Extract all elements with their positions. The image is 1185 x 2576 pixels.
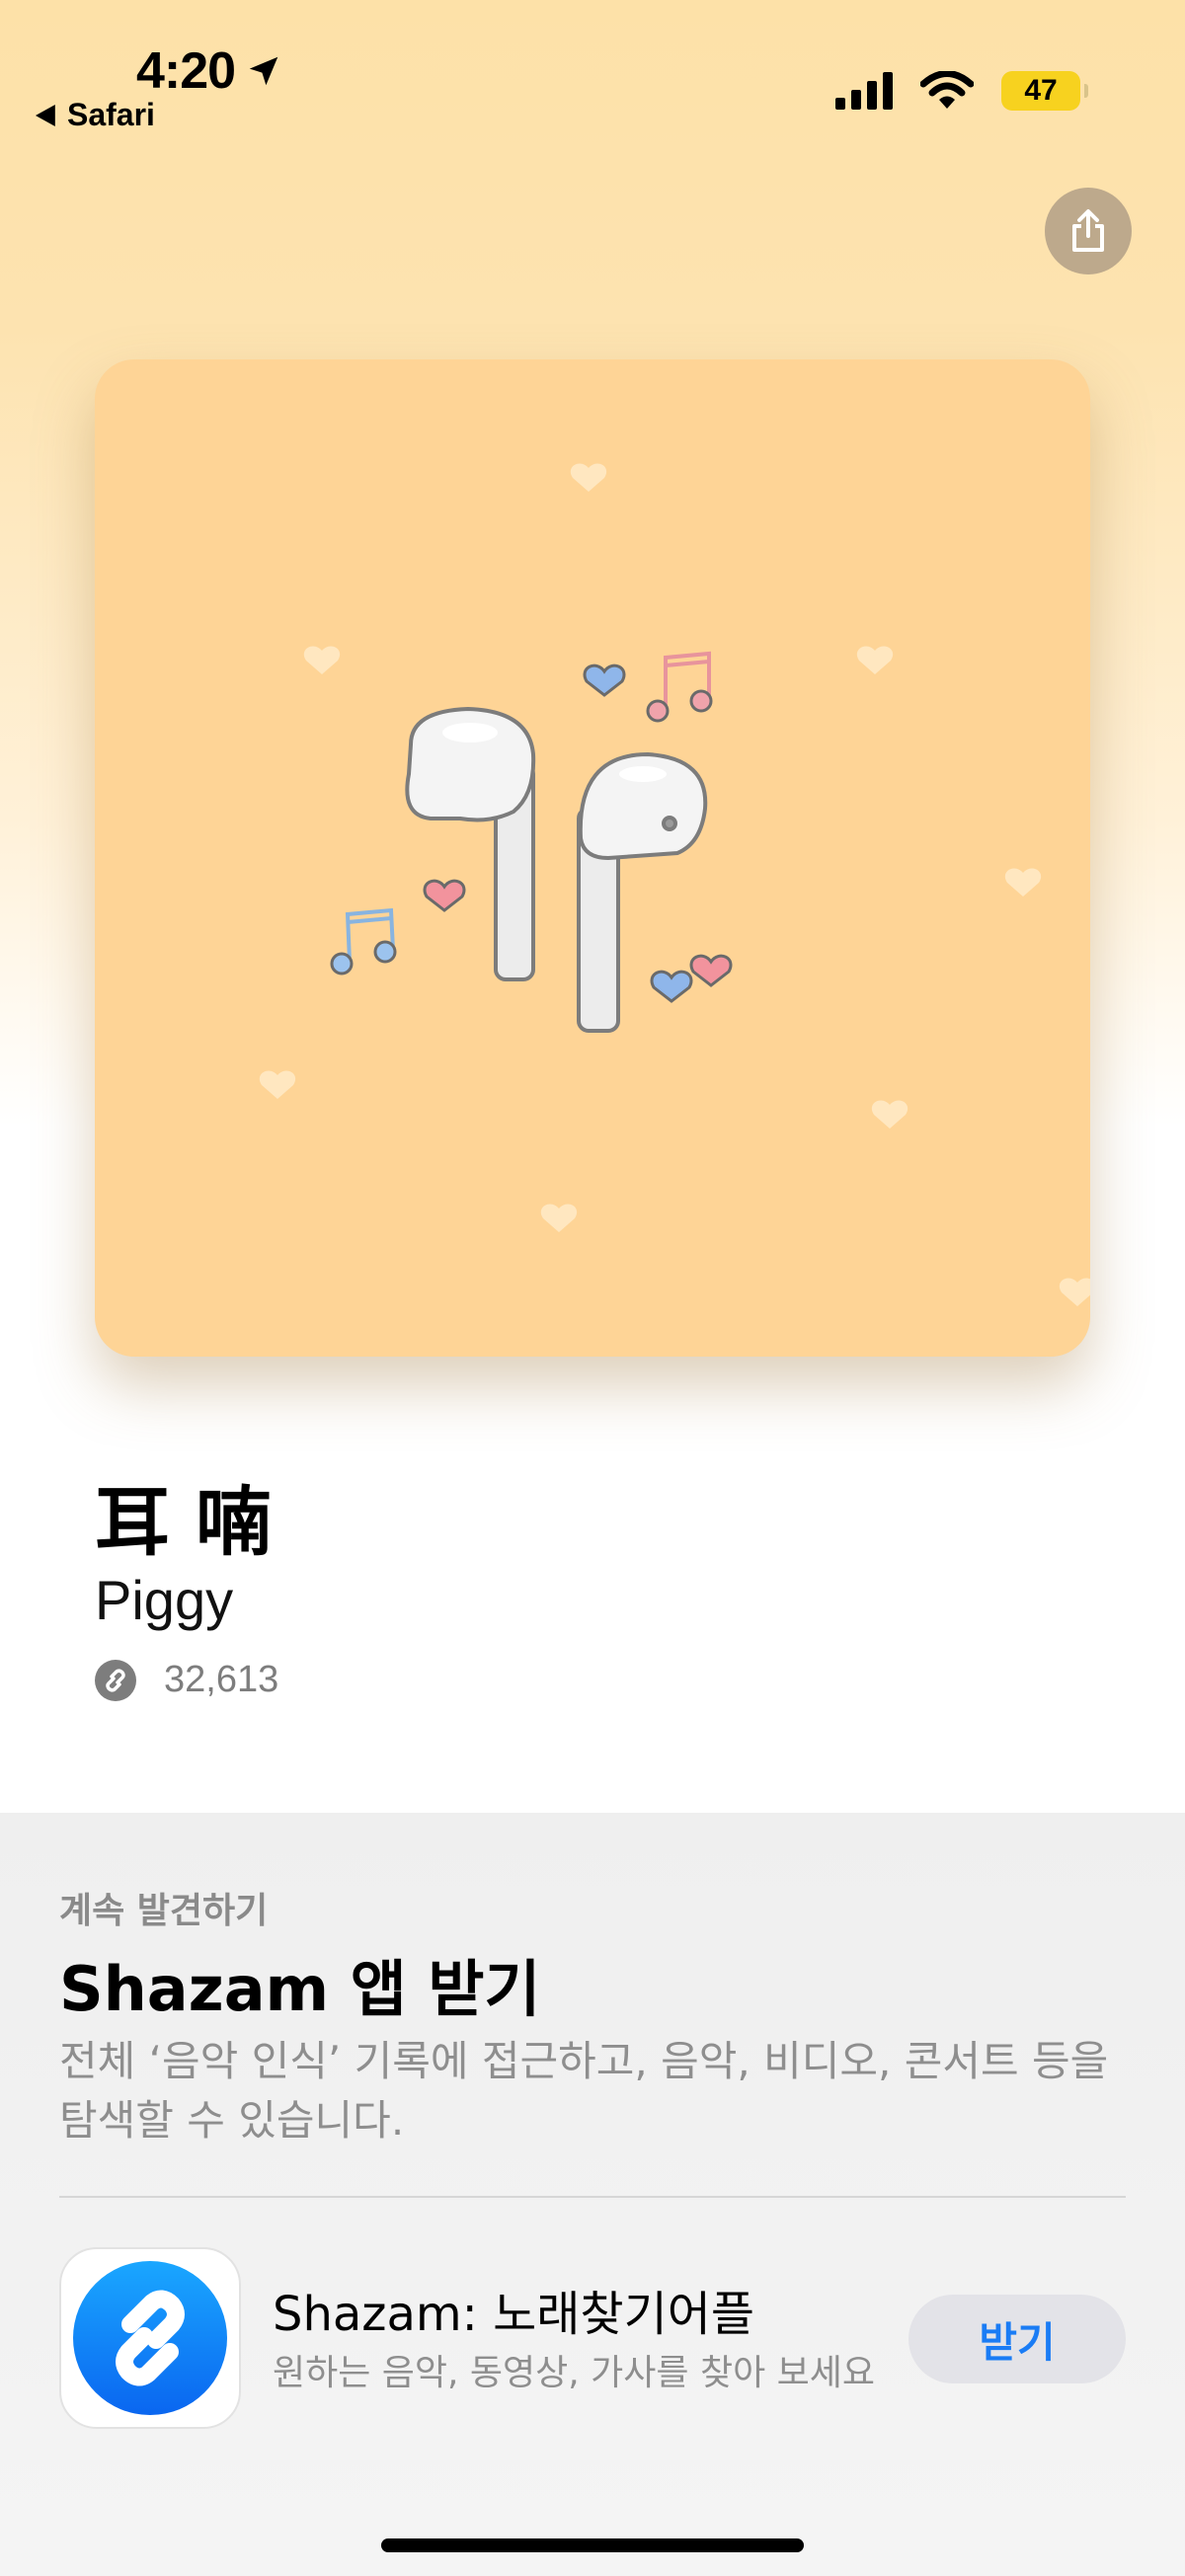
back-to-safari[interactable]: Safari: [36, 97, 155, 133]
divider: [59, 2196, 1126, 2198]
app-subtitle: 원하는 음악, 동영상, 가사를 찾아 보세요: [273, 2353, 876, 2393]
get-app-button[interactable]: 받기: [908, 2295, 1126, 2383]
location-arrow-icon: [249, 56, 278, 86]
status-time: 4:20: [136, 41, 282, 101]
promo-title: Shazam 앱 받기: [59, 1953, 541, 2025]
share-icon: [1072, 209, 1104, 252]
play-count: 32,613: [164, 1659, 279, 1700]
share-button[interactable]: [1045, 188, 1132, 274]
status-indicators: 47: [835, 71, 1088, 111]
cellular-signal-icon: [835, 72, 893, 110]
shazam-app-promo: 계속 발견하기 Shazam 앱 받기 전체 ‘음악 인식’ 기록에 접근하고,…: [0, 1813, 1185, 2576]
wifi-icon: [920, 71, 974, 109]
back-triangle-icon: [36, 104, 55, 126]
promo-eyebrow: 계속 발견하기: [59, 1891, 269, 1931]
shazam-logo-icon: [73, 2261, 227, 2415]
artwork-illustration: [259, 463, 1090, 1306]
shazam-app-icon[interactable]: [59, 2247, 241, 2429]
back-label: Safari: [67, 97, 155, 132]
promo-description: 전체 ‘음악 인식’ 기록에 접근하고, 음악, 비디오, 콘서트 등을 탐색할…: [59, 2037, 1109, 2145]
shazam-count: 32,613: [95, 1659, 278, 1701]
album-artwork: [95, 359, 1090, 1357]
shazam-icon: [95, 1659, 136, 1701]
artist-name[interactable]: Piggy: [95, 1568, 233, 1632]
battery-icon: 47: [1001, 71, 1088, 111]
home-indicator[interactable]: [381, 2538, 804, 2552]
status-time-text: 4:20: [136, 42, 236, 100]
song-title: 耳 喃: [95, 1478, 272, 1566]
battery-level: 47: [1024, 74, 1058, 107]
app-name[interactable]: Shazam: 노래찾기어플: [273, 2275, 754, 2344]
